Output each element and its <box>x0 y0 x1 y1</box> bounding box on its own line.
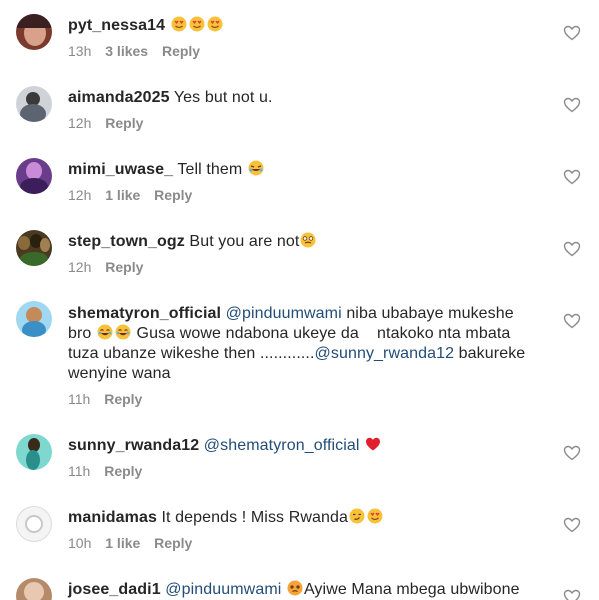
comment-text: wenyine wana <box>68 365 171 382</box>
woozy-emoji-icon <box>300 232 316 248</box>
likes-count[interactable]: 1 like <box>105 535 140 551</box>
mention-link[interactable]: @pinduumwami <box>226 305 342 322</box>
pleading-emoji-icon <box>287 580 303 596</box>
heart-eyes-emoji-icon <box>189 16 205 32</box>
comment-username[interactable]: mimi_uwase_ <box>68 161 173 178</box>
comment-username[interactable]: aimanda2025 <box>68 89 170 106</box>
avatar[interactable] <box>16 434 52 470</box>
likes-count[interactable]: 3 likes <box>105 43 148 59</box>
heart-icon[interactable] <box>563 517 581 533</box>
heart-eyes-emoji-icon <box>171 16 187 32</box>
comment-text: Ayiwe Mana mbega ubwibone <box>303 581 520 598</box>
heart-icon[interactable] <box>563 97 581 113</box>
heart-icon[interactable] <box>563 25 581 41</box>
avatar[interactable] <box>16 230 52 266</box>
comment-time: 11h <box>68 463 91 479</box>
avatar[interactable] <box>16 578 52 600</box>
comment-text: bakureke <box>458 345 526 362</box>
avatar[interactable] <box>16 86 52 122</box>
reply-button[interactable]: Reply <box>154 187 192 203</box>
comment-time: 12h <box>68 187 92 203</box>
avatar[interactable] <box>16 506 52 542</box>
mention-link[interactable]: @pinduumwami <box>165 581 281 598</box>
reply-button[interactable]: Reply <box>105 259 143 275</box>
likes-count[interactable]: 1 like <box>105 187 140 203</box>
rofl-emoji-icon <box>248 160 264 176</box>
comment-time: 11h <box>68 391 91 407</box>
comment-time: 13h <box>68 43 92 59</box>
red-heart-emoji-icon <box>366 437 381 451</box>
heart-icon[interactable] <box>563 313 581 329</box>
comment-time: 12h <box>68 259 92 275</box>
avatar[interactable] <box>16 301 52 337</box>
comment-text: But you are not <box>189 233 300 250</box>
smirk-emoji-icon <box>349 508 365 524</box>
comment-time: 12h <box>68 115 92 131</box>
comment-username[interactable]: shematyron_official <box>68 305 221 322</box>
mention-link[interactable]: @sunny_rwanda12 <box>315 345 455 362</box>
heart-eyes-emoji-icon <box>207 16 223 32</box>
heart-icon[interactable] <box>563 241 581 257</box>
comment-text: Yes but not u. <box>173 89 273 106</box>
comment-text: Gusa wowe ndabona ukeye da ntakoko nta m… <box>136 325 511 342</box>
avatar[interactable] <box>16 158 52 194</box>
reply-button[interactable]: Reply <box>104 463 142 479</box>
comment-text: bro <box>68 325 92 342</box>
heart-icon[interactable] <box>563 589 581 600</box>
heart-eyes-emoji-icon <box>367 508 383 524</box>
comment-text: tuza ubanze wikeshe then ............ <box>68 345 315 362</box>
reply-button[interactable]: Reply <box>104 391 142 407</box>
comment-text: It depends ! Miss Rwanda <box>161 509 348 526</box>
heart-icon[interactable] <box>563 445 581 461</box>
reply-button[interactable]: Reply <box>105 115 143 131</box>
mention-link[interactable]: @shematyron_official <box>204 437 360 454</box>
joy-emoji-icon <box>115 324 131 340</box>
comment-username[interactable]: manidamas <box>68 509 157 526</box>
joy-emoji-icon <box>97 324 113 340</box>
avatar[interactable] <box>16 14 52 50</box>
comment-username[interactable]: pyt_nessa14 <box>68 17 165 34</box>
comment-text: niba ubabaye mukeshe <box>346 305 514 322</box>
heart-icon[interactable] <box>563 169 581 185</box>
reply-button[interactable]: Reply <box>154 535 192 551</box>
comment-username[interactable]: sunny_rwanda12 <box>68 437 199 454</box>
comment-username[interactable]: josee_dadi1 <box>68 581 161 598</box>
reply-button[interactable]: Reply <box>162 43 200 59</box>
comment-username[interactable]: step_town_ogz <box>68 233 185 250</box>
comment-text: Tell them <box>177 161 243 178</box>
comment-time: 10h <box>68 535 92 551</box>
